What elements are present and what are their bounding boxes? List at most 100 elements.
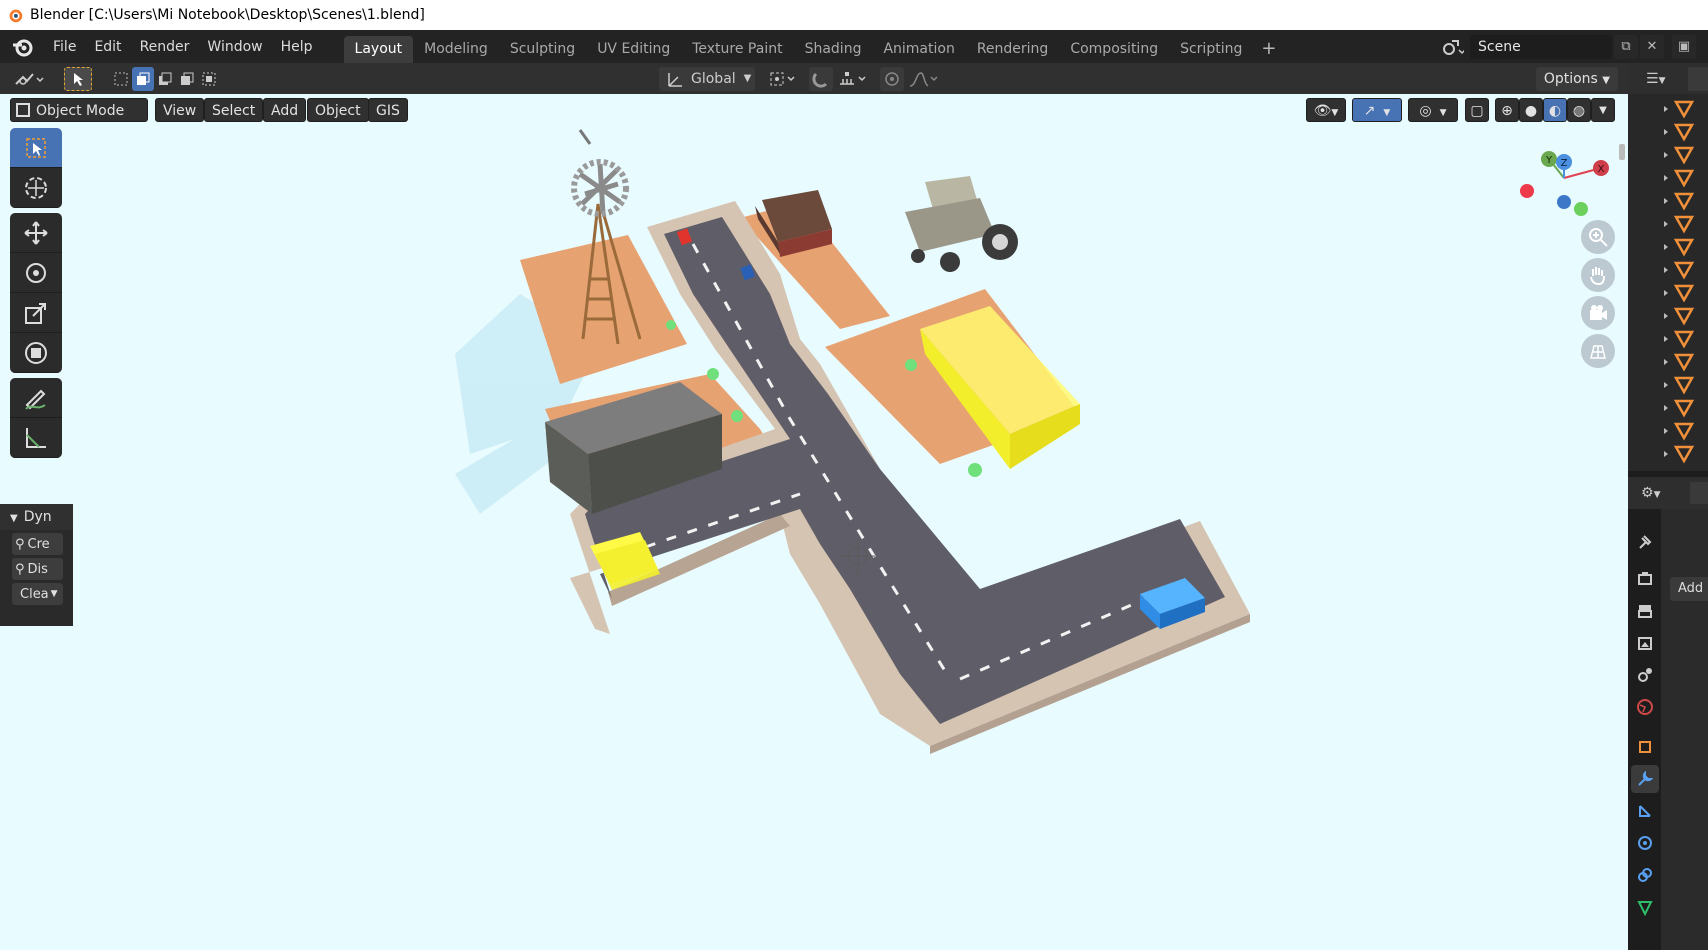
world-tab-icon[interactable] xyxy=(1631,693,1659,721)
scene-name-field[interactable]: Scene xyxy=(1470,34,1612,59)
outliner-row[interactable] xyxy=(1664,100,1695,119)
outliner-row[interactable] xyxy=(1664,261,1695,280)
object-mode-dropdown[interactable]: Object Mode ▼ xyxy=(10,98,148,142)
menu-select[interactable]: Select xyxy=(204,98,264,122)
expand-arrow-icon[interactable] xyxy=(1664,382,1668,388)
expand-arrow-icon[interactable] xyxy=(1664,244,1668,250)
new-scene-icon[interactable]: ⧉ xyxy=(1614,34,1638,59)
tab-scripting[interactable]: Scripting xyxy=(1169,36,1253,63)
select-tool-icon[interactable] xyxy=(64,66,92,91)
shading-material-icon[interactable]: ◐ xyxy=(1543,98,1567,122)
annotate-tool[interactable] xyxy=(10,378,62,418)
dyn-dissolve-button[interactable]: ⚲ Dis xyxy=(12,558,63,580)
expand-arrow-icon[interactable] xyxy=(1664,221,1668,227)
expand-arrow-icon[interactable] xyxy=(1664,290,1668,296)
particles-tab-icon[interactable] xyxy=(1631,797,1659,825)
add-modifier-button[interactable]: Add xyxy=(1670,577,1708,601)
outliner-row[interactable] xyxy=(1664,445,1695,464)
expand-arrow-icon[interactable] xyxy=(1664,359,1668,365)
expand-arrow-icon[interactable] xyxy=(1664,405,1668,411)
tab-shading[interactable]: Shading xyxy=(794,36,873,63)
select-mode-set-icon[interactable] xyxy=(110,67,132,91)
outliner-row[interactable] xyxy=(1664,353,1695,372)
menu-render[interactable]: Render xyxy=(131,34,199,60)
visibility-icon[interactable]: 👁▼ xyxy=(1306,98,1346,122)
expand-arrow-icon[interactable] xyxy=(1664,451,1668,457)
transform-orientation-dropdown[interactable]: Global ▼ xyxy=(659,66,755,91)
select-mode-intersect-icon[interactable] xyxy=(198,67,220,91)
select-mode-invert-icon[interactable] xyxy=(176,67,198,91)
tab-texture-paint[interactable]: Texture Paint xyxy=(681,36,793,63)
tab-uv-editing[interactable]: UV Editing xyxy=(586,36,681,63)
tool-tab-icon[interactable] xyxy=(1631,527,1659,555)
proportional-falloff-icon[interactable] xyxy=(906,67,942,91)
expand-arrow-icon[interactable] xyxy=(1664,428,1668,434)
shading-wireframe-icon[interactable]: ⊕ xyxy=(1495,98,1519,122)
outliner-row[interactable] xyxy=(1664,422,1695,441)
scale-tool[interactable] xyxy=(10,293,62,333)
move-tool[interactable] xyxy=(10,213,62,253)
rotate-tool[interactable] xyxy=(10,253,62,293)
outliner[interactable] xyxy=(1628,94,1708,471)
add-workspace-button[interactable]: + xyxy=(1253,36,1284,63)
pivot-point-icon[interactable] xyxy=(766,67,802,91)
outliner-row[interactable] xyxy=(1664,123,1695,142)
expand-arrow-icon[interactable] xyxy=(1664,152,1668,158)
shading-solid-icon[interactable]: ● xyxy=(1519,98,1543,122)
modifiers-tab-icon[interactable] xyxy=(1631,765,1659,793)
3d-viewport[interactable]: Object Mode ▼ View Select Add Object GIS… xyxy=(0,94,1628,950)
outliner-row[interactable] xyxy=(1664,284,1695,303)
dyn-create-button[interactable]: ⚲ Cre xyxy=(12,533,63,555)
tab-sculpting[interactable]: Sculpting xyxy=(499,36,586,63)
menu-view[interactable]: View xyxy=(155,98,205,122)
view-layer-tab-icon[interactable] xyxy=(1631,629,1659,657)
outliner-row[interactable] xyxy=(1664,376,1695,395)
select-mode-subtract-icon[interactable] xyxy=(154,67,176,91)
properties-editor-type-icon[interactable]: ⚙▼ xyxy=(1641,482,1677,504)
data-tab-icon[interactable] xyxy=(1631,893,1659,921)
dyn-panel-header[interactable]: ▼ Dyn xyxy=(0,504,73,530)
dyn-clear-dropdown[interactable]: Clea ▼ xyxy=(12,583,63,605)
tab-modeling[interactable]: Modeling xyxy=(413,36,499,63)
options-dropdown[interactable]: Options ▼ xyxy=(1535,67,1618,91)
render-tab-icon[interactable] xyxy=(1631,565,1659,593)
menu-window[interactable]: Window xyxy=(198,34,271,60)
outliner-filter-icon[interactable] xyxy=(1688,67,1708,91)
snap-toggle-icon[interactable] xyxy=(809,66,833,91)
expand-arrow-icon[interactable] xyxy=(1664,198,1668,204)
zoom-view-button[interactable] xyxy=(1581,220,1615,254)
overlays-icon[interactable]: ◎ ▼ xyxy=(1408,98,1458,122)
xray-icon[interactable]: ▢ xyxy=(1465,98,1489,122)
outliner-row[interactable] xyxy=(1664,146,1695,165)
menu-help[interactable]: Help xyxy=(272,34,322,60)
menu-gis[interactable]: GIS xyxy=(368,98,408,122)
expand-arrow-icon[interactable] xyxy=(1664,175,1668,181)
properties-pin-icon[interactable] xyxy=(1690,482,1708,504)
outliner-row[interactable] xyxy=(1664,192,1695,211)
expand-arrow-icon[interactable] xyxy=(1664,336,1668,342)
snap-element-icon[interactable] xyxy=(835,67,873,91)
blender-menu-icon[interactable] xyxy=(10,34,36,60)
outliner-row[interactable] xyxy=(1664,238,1695,257)
shading-rendered-icon[interactable]: ◍ xyxy=(1567,98,1591,122)
object-tab-icon[interactable] xyxy=(1631,733,1659,761)
scene-tab-icon[interactable] xyxy=(1631,661,1659,689)
view-layer-icon[interactable]: ▣ xyxy=(1672,34,1696,59)
outliner-row[interactable] xyxy=(1664,330,1695,349)
expand-arrow-icon[interactable] xyxy=(1664,267,1668,273)
scene-data-icon[interactable] xyxy=(1436,35,1470,59)
tab-compositing[interactable]: Compositing xyxy=(1059,36,1169,63)
measure-tool[interactable] xyxy=(10,418,62,458)
output-tab-icon[interactable] xyxy=(1631,597,1659,625)
camera-view-button[interactable] xyxy=(1581,296,1615,330)
viewport-sidebar-handle[interactable] xyxy=(1619,144,1625,160)
tab-rendering[interactable]: Rendering xyxy=(966,36,1060,63)
ortho-view-button[interactable] xyxy=(1581,334,1615,368)
select-box-tool[interactable] xyxy=(10,128,62,168)
select-mode-extend-icon[interactable] xyxy=(132,66,154,91)
proportional-edit-icon[interactable] xyxy=(880,66,904,91)
outliner-display-mode-icon[interactable]: ☰▼ xyxy=(1646,67,1682,91)
menu-object[interactable]: Object xyxy=(307,98,369,122)
constraints-tab-icon[interactable] xyxy=(1631,861,1659,889)
menu-add[interactable]: Add xyxy=(263,98,307,122)
